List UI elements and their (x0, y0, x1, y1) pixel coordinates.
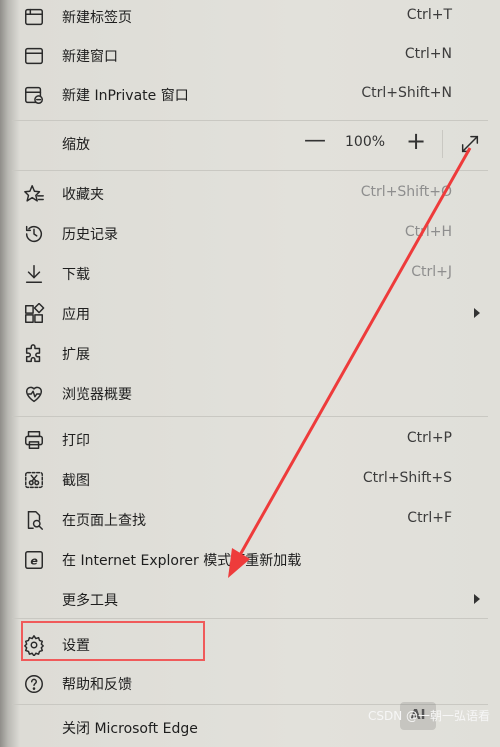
screenshot-icon (22, 468, 46, 492)
menu-item-print[interactable]: 打印 Ctrl+P (12, 421, 488, 459)
history-icon (22, 222, 46, 246)
shortcut-text: Ctrl+H (404, 224, 452, 240)
divider (442, 130, 443, 158)
inprivate-icon (22, 83, 46, 107)
shortcut-text: Ctrl+F (407, 510, 452, 526)
menu-item-browser-essentials[interactable]: 浏览器概要 (12, 375, 488, 413)
menu-item-new-tab[interactable]: 新建标签页 Ctrl+T (12, 0, 488, 36)
shortcut-text: Ctrl+J (411, 264, 452, 280)
divider (12, 416, 488, 417)
favorites-icon (22, 182, 46, 206)
menu-item-label: 打印 (62, 433, 90, 449)
menu-item-label: 应用 (62, 307, 90, 323)
menu-item-label: 收藏夹 (62, 187, 104, 203)
shortcut-text: Ctrl+Shift+S (362, 470, 452, 486)
watermark-text: CSDN @一朝一弘语看 (367, 709, 490, 723)
shortcut-text: Ctrl+N (404, 46, 452, 62)
zoom-in-button[interactable]: + (406, 127, 426, 155)
chevron-right-icon (474, 594, 480, 604)
fullscreen-icon[interactable] (459, 133, 481, 155)
divider (12, 120, 488, 121)
menu-item-label: 截图 (62, 473, 90, 489)
shortcut-text: Ctrl+P (406, 430, 452, 446)
divider (12, 170, 488, 171)
menu-item-help-feedback[interactable]: 帮助和反馈 (12, 665, 488, 703)
shortcut-text: Ctrl+Shift+O (360, 184, 452, 200)
new-window-icon (22, 44, 46, 68)
divider (12, 618, 488, 619)
zoom-label: 缩放 (62, 137, 90, 153)
chevron-right-icon (474, 308, 480, 318)
menu-item-extensions[interactable]: 扩展 (12, 335, 488, 373)
internet-explorer-icon: e (22, 548, 46, 572)
menu-item-find-on-page[interactable]: 在页面上查找 Ctrl+F (12, 501, 488, 539)
extensions-icon (22, 342, 46, 366)
menu-item-label: 历史记录 (62, 227, 118, 243)
svg-text:e: e (30, 555, 38, 568)
shortcut-text: Ctrl+Shift+N (361, 85, 452, 101)
menu-item-ie-mode[interactable]: e 在 Internet Explorer 模式下重新加载 (12, 541, 488, 579)
menu-item-label: 新建标签页 (62, 10, 132, 26)
print-icon (22, 428, 46, 452)
menu-item-label: 扩展 (62, 347, 90, 363)
menu-item-favorites[interactable]: 收藏夹 Ctrl+Shift+O (12, 175, 488, 213)
menu-item-label: 在页面上查找 (62, 513, 146, 529)
shortcut-text: Ctrl+T (406, 7, 452, 23)
menu-item-label: 在 Internet Explorer 模式下重新加载 (62, 553, 302, 569)
menu-item-label: 帮助和反馈 (62, 677, 132, 693)
menu-item-label: 浏览器概要 (62, 387, 132, 403)
menu-item-screenshot[interactable]: 截图 Ctrl+Shift+S (12, 461, 488, 499)
menu-item-new-inprivate[interactable]: 新建 InPrivate 窗口 Ctrl+Shift+N (12, 76, 488, 114)
zoom-level: 100% (345, 134, 386, 150)
menu-item-label: 新建 InPrivate 窗口 (62, 88, 189, 104)
highlight-box (21, 621, 205, 661)
menu-item-label: 下载 (62, 267, 90, 283)
menu-item-new-window[interactable]: 新建窗口 Ctrl+N (12, 37, 488, 75)
heart-pulse-icon (22, 382, 46, 406)
menu-item-history[interactable]: 历史记录 Ctrl+H (12, 215, 488, 253)
new-tab-icon (22, 5, 46, 29)
help-icon (22, 672, 46, 696)
menu-item-apps[interactable]: 应用 (12, 295, 488, 333)
find-on-page-icon (22, 508, 46, 532)
menu-item-label: 关闭 Microsoft Edge (62, 721, 198, 737)
download-icon (22, 262, 46, 286)
zoom-out-button[interactable]: — (304, 128, 326, 153)
menu-item-label: 新建窗口 (62, 49, 118, 65)
menu-item-zoom: 缩放 — 100% + (12, 125, 488, 163)
menu-item-downloads[interactable]: 下载 Ctrl+J (12, 255, 488, 293)
menu-item-more-tools[interactable]: 更多工具 (12, 581, 488, 619)
menu-item-label: 更多工具 (62, 593, 118, 609)
apps-icon (22, 302, 46, 326)
